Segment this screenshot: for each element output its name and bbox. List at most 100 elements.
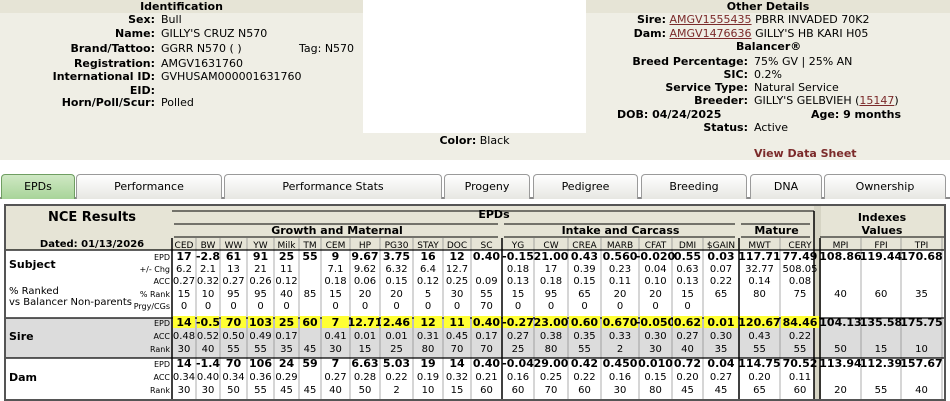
cell-subject-bw: -2.8: [196, 250, 220, 263]
cell-subject-milk: 0.12: [275, 276, 297, 287]
cell-dam-marb: 30: [614, 385, 627, 396]
breeder-id-link[interactable]: 15147: [859, 94, 894, 107]
cell-dam-yg: 60: [512, 385, 525, 396]
cell-subject-yw: 95: [254, 289, 267, 300]
cell-subject-cfat: -0.020: [636, 250, 676, 263]
cell-sire-pg30: 0.01: [385, 331, 407, 342]
cell-subject-tm: 55: [302, 250, 317, 263]
cell-subject-pg30: 20: [390, 289, 403, 300]
cell-sire-crea: 0.60: [571, 316, 598, 329]
cell-subject-cfat: 0: [652, 301, 658, 312]
id-label: International ID:: [52, 70, 155, 83]
cell-sire-sc: 0.40: [473, 316, 500, 329]
cell-subject-cw: 17: [545, 264, 558, 275]
cell-subject-marb: 0.560: [603, 250, 638, 263]
identification-title: Identification: [0, 0, 363, 13]
cell-dam-yw: 0.36: [249, 372, 271, 383]
row-name-subject: Subject: [9, 258, 56, 271]
row-label-acc: ACC: [153, 373, 170, 382]
tab-performance-stats[interactable]: Performance Stats: [224, 174, 442, 199]
cell-sire-stay: 12: [420, 316, 435, 329]
tab-performance[interactable]: Performance: [76, 174, 222, 199]
cell-subject-ced: 6.2: [176, 264, 192, 275]
id-value: AMGV1631760: [161, 57, 244, 70]
cell-sire-gain: 35: [715, 344, 728, 355]
nce-results-title: NCE Results: [48, 210, 136, 225]
cell-sire-yw: 103: [249, 316, 272, 329]
cell-sire-ced: 14: [176, 316, 192, 329]
cell-dam-milk: 24: [279, 357, 295, 370]
cell-sire-cw: 80: [545, 344, 558, 355]
dam-name: GILLY'S HB KARI H05: [755, 27, 869, 40]
tab-dna[interactable]: DNA: [750, 174, 822, 199]
sic-label: SIC:: [723, 68, 749, 81]
service-value: Natural Service: [754, 81, 839, 94]
row-label-epd: EPD: [154, 319, 170, 328]
cell-sire-cery: 84.46: [783, 316, 818, 329]
cell-sire-hp: 12.71: [348, 316, 383, 329]
cell-subject-pg30: 0.15: [385, 276, 407, 287]
id-field-sex: Sex: Bull: [0, 13, 182, 27]
cell-subject-hp: 0.06: [354, 276, 376, 287]
cell-dam-doc: 0.32: [446, 372, 468, 383]
cell-dam-stay: 10: [422, 385, 435, 396]
cell-subject-tm: 85: [304, 289, 317, 300]
id-label: Registration:: [73, 57, 155, 70]
id-field-brandtattoo: Brand/Tattoo: GGRR N570 ( ): [0, 42, 242, 56]
cell-dam-doc: 14: [449, 357, 465, 370]
cell-subject-mwt: 32.77: [745, 264, 774, 275]
cell-dam-ww: 50: [227, 385, 240, 396]
sire-registration-link[interactable]: AMGV1555435: [670, 13, 752, 26]
dam-registration-link[interactable]: AMGV1476636: [670, 27, 752, 40]
tab-progeny[interactable]: Progeny: [444, 174, 530, 199]
row-label-rank: % Rank: [140, 290, 171, 299]
cell-dam-mwt: 65: [753, 385, 766, 396]
cell-dam-crea: 60: [578, 385, 591, 396]
tab-pedigree[interactable]: Pedigree: [533, 174, 638, 199]
id-label: Horn/Poll/Scur:: [61, 96, 155, 109]
row-name-sire: Sire: [9, 330, 34, 343]
cell-sire-fpi: 135.58: [860, 316, 902, 329]
id-label: Name:: [115, 27, 155, 40]
cell-sire-stay: 0.31: [417, 331, 439, 342]
cell-subject-milk: 25: [279, 250, 294, 263]
dam-field: Dam: AMGV1476636 GILLY'S HB KARI H05: [586, 27, 950, 41]
tab-epds[interactable]: EPDs: [1, 174, 75, 199]
color-value: Black: [479, 134, 510, 147]
cell-sire-cfat: 0.30: [644, 331, 666, 342]
cell-dam-stay: 0.19: [417, 372, 439, 383]
tab-breeding[interactable]: Breeding: [641, 174, 747, 199]
cell-subject-gain: 0.07: [710, 264, 732, 275]
cell-subject-yg: -0.15: [502, 250, 534, 263]
cell-subject-crea: 65: [578, 289, 591, 300]
cell-subject-cem: 7.1: [328, 264, 344, 275]
cell-subject-doc: 0.25: [446, 276, 468, 287]
cell-dam-gain: 0.04: [707, 357, 734, 370]
epds-header: EPDs: [478, 208, 510, 221]
cell-dam-stay: 19: [420, 357, 435, 370]
cell-sire-tpi: 175.75: [900, 316, 942, 329]
cell-sire-yw: 55: [254, 344, 267, 355]
cell-subject-dmi: 15: [681, 289, 694, 300]
cell-sire-mpi: 104.13: [819, 316, 861, 329]
view-data-sheet-link[interactable]: View Data Sheet: [754, 147, 857, 160]
cell-sire-pg30: 25: [390, 344, 403, 355]
cell-subject-stay: 16: [420, 250, 436, 263]
cell-sire-cw: 23.00: [534, 316, 569, 329]
cell-subject-ced: 0: [181, 301, 187, 312]
tab-ownership[interactable]: Ownership: [824, 174, 946, 199]
cell-dam-marb: 0.16: [609, 372, 631, 383]
cell-subject-sc: 55: [480, 289, 493, 300]
cell-subject-cery: 75: [794, 289, 807, 300]
cell-dam-cery: 70.52: [783, 357, 818, 370]
cell-dam-marb: 0.450: [603, 357, 638, 370]
id-label: Sex:: [128, 13, 155, 26]
cell-dam-gain: 0.27: [710, 372, 732, 383]
dam-label: Dam:: [633, 27, 666, 40]
service-field: Service Type: Natural Service: [586, 81, 839, 95]
cell-sire-stay: 80: [422, 344, 435, 355]
row-label-rank: Rank: [150, 386, 170, 395]
cell-subject-mpi: 40: [834, 289, 847, 300]
cell-dam-sc: 0.40: [473, 357, 500, 370]
cell-dam-ced: 14: [176, 357, 192, 370]
